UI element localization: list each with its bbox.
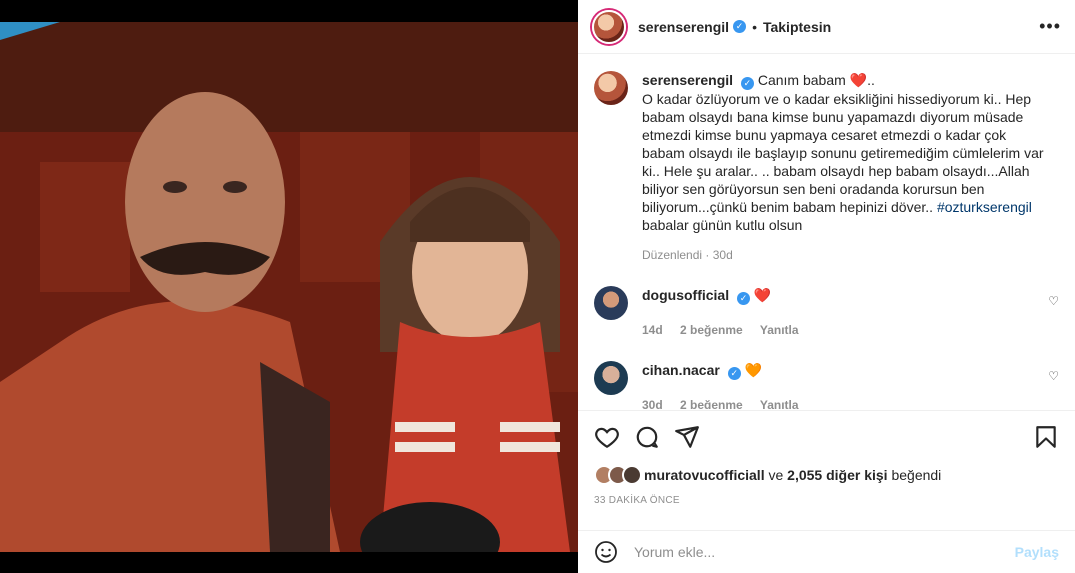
author-username[interactable]: serenserengil: [638, 19, 729, 35]
verified-badge-icon: ✓: [727, 367, 741, 380]
caption-meta: Düzenlendi · 30d: [642, 248, 733, 262]
comment-text: ❤️: [753, 287, 772, 303]
share-icon[interactable]: [674, 424, 700, 450]
caption-body: serenserengil ✓ Canım babam ❤️.. O kadar…: [642, 71, 1052, 264]
verified-badge-icon: ✓: [737, 292, 751, 305]
comment-composer: Yorum ekle... Paylaş: [578, 530, 1075, 573]
comment-icon[interactable]: [634, 424, 660, 450]
caption-avatar[interactable]: [594, 71, 628, 105]
ellipsis-icon[interactable]: •••: [1039, 16, 1061, 37]
comment-meta: 30d 2 beğenme Yanıtla: [642, 396, 1022, 409]
liker-avatars[interactable]: [594, 465, 642, 485]
caption-username[interactable]: serenserengil: [642, 72, 733, 88]
bookmark-icon[interactable]: [1033, 424, 1059, 450]
separator-dot: •: [752, 18, 757, 35]
post-timestamp: 33 DAKİKA ÖNCE: [594, 495, 680, 506]
comment-item: dogusofficial ✓ ❤️ 14d 2 beğenme Yanıtla…: [594, 286, 1059, 339]
action-icons: [594, 423, 1059, 451]
comment-age: 14d: [642, 323, 663, 337]
comment-likes[interactable]: 2 beğenme: [680, 398, 743, 409]
emoji-icon[interactable]: [594, 540, 618, 564]
post-comment-button[interactable]: Paylaş: [1015, 544, 1059, 560]
post-photo[interactable]: [0, 22, 578, 552]
comment-meta: 14d 2 beğenme Yanıtla: [642, 321, 1022, 339]
comment-age: 30d: [642, 398, 663, 409]
verified-badge-icon: ✓: [740, 77, 754, 90]
caption-tail: babalar günün kutlu olsun: [642, 217, 803, 233]
comments-list[interactable]: serenserengil ✓ Canım babam ❤️.. O kadar…: [578, 55, 1075, 409]
first-liker[interactable]: muratovucofficiall: [644, 467, 765, 483]
like-comment-icon[interactable]: ♡: [1048, 294, 1059, 308]
comment-likes[interactable]: 2 beğenme: [680, 323, 743, 337]
commenter-username[interactable]: cihan.nacar: [642, 362, 720, 378]
hashtag-link[interactable]: #ozturkserengil: [937, 199, 1032, 215]
caption-text: Canım babam ❤️.. O kadar özlüyorum ve o …: [642, 72, 1044, 215]
likes-suffix: beğendi: [887, 467, 942, 483]
post-actions: muratovucofficiall ve 2,055 diğer kişi b…: [578, 410, 1075, 506]
commenter-username[interactable]: dogusofficial: [642, 287, 729, 303]
verified-badge-icon: ✓: [733, 20, 747, 33]
comment-item: cihan.nacar ✓ 🧡 30d 2 beğenme Yanıtla ♡: [594, 361, 1059, 409]
post-photo-illustration: [0, 22, 578, 552]
reply-button[interactable]: Yanıtla: [760, 398, 799, 409]
heart-icon[interactable]: [594, 424, 620, 450]
post-media-panel: [0, 0, 578, 573]
author-avatar[interactable]: [592, 9, 626, 44]
likes-count[interactable]: 2,055 diğer kişi: [787, 467, 887, 483]
likes-summary: muratovucofficiall ve 2,055 diğer kişi b…: [594, 465, 1059, 485]
commenter-avatar[interactable]: [594, 286, 628, 320]
like-comment-icon[interactable]: ♡: [1048, 369, 1059, 383]
likes-connector: ve: [764, 467, 788, 483]
commenter-avatar[interactable]: [594, 361, 628, 395]
caption-age: 30d: [712, 248, 733, 262]
post-header: serenserengil ✓ • Takiptesin •••: [578, 0, 1075, 54]
edited-label: Düzenlendi: [642, 248, 703, 262]
follow-status-button[interactable]: Takiptesin: [763, 19, 831, 35]
comment-body: dogusofficial ✓ ❤️ 14d 2 beğenme Yanıtla: [642, 286, 1022, 339]
comment-text: 🧡: [744, 362, 763, 378]
comment-body: cihan.nacar ✓ 🧡 30d 2 beğenme Yanıtla: [642, 361, 1022, 409]
comment-input[interactable]: Yorum ekle...: [634, 544, 1015, 560]
reply-button[interactable]: Yanıtla: [760, 323, 799, 337]
caption: serenserengil ✓ Canım babam ❤️.. O kadar…: [594, 71, 1059, 264]
post-sidebar: serenserengil ✓ • Takiptesin ••• serense…: [578, 0, 1075, 573]
